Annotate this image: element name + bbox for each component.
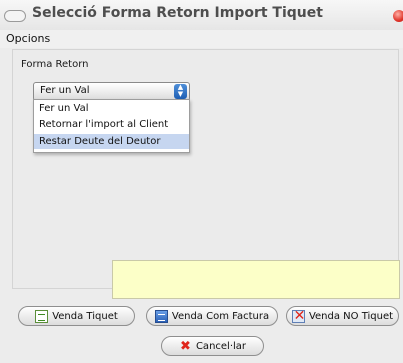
venda-no-tiquet-button[interactable]: ✕ Venda NO Tiquet [286,306,399,326]
option-restar-deute[interactable]: Restar Deute del Deutor [34,134,189,149]
updown-arrows-icon: ▲ ▼ [174,84,187,99]
menu-opcions[interactable]: Opcions [6,32,50,45]
menu-bar: Opcions [0,30,403,48]
close-icon[interactable] [393,10,403,22]
venda-no-tiquet-label: Venda NO Tiquet [308,310,394,322]
venda-tiquet-label: Venda Tiquet [52,310,118,322]
title-bar: Selecció Forma Retorn Import Tiquet [0,0,403,30]
select-dropdown-list: Fer un Val Retornar l'import al Client R… [33,99,190,153]
invoice-icon [154,309,168,323]
select-value: Fer un Val [40,85,90,96]
venda-com-factura-button[interactable]: Venda Com Factura [146,306,278,326]
ticket-icon [35,309,49,323]
venda-com-factura-label: Venda Com Factura [171,310,270,322]
dialog-window: Selecció Forma Retorn Import Tiquet Opci… [0,0,403,363]
no-ticket-icon: ✕ [291,307,306,324]
option-retornar-import[interactable]: Retornar l'import al Client [34,117,189,132]
cancelar-label: Cancel·lar [195,340,247,352]
cancel-x-icon: ✖ [180,338,191,354]
title-bar-pill-button[interactable] [4,10,26,22]
option-fer-un-val[interactable]: Fer un Val [34,101,189,116]
cancelar-button[interactable]: ✖ Cancel·lar [161,336,264,356]
window-title: Selecció Forma Retorn Import Tiquet [32,5,323,21]
venda-tiquet-button[interactable]: Venda Tiquet [18,306,135,326]
group-label: Forma Retorn [21,59,89,70]
notice-area [112,260,400,299]
